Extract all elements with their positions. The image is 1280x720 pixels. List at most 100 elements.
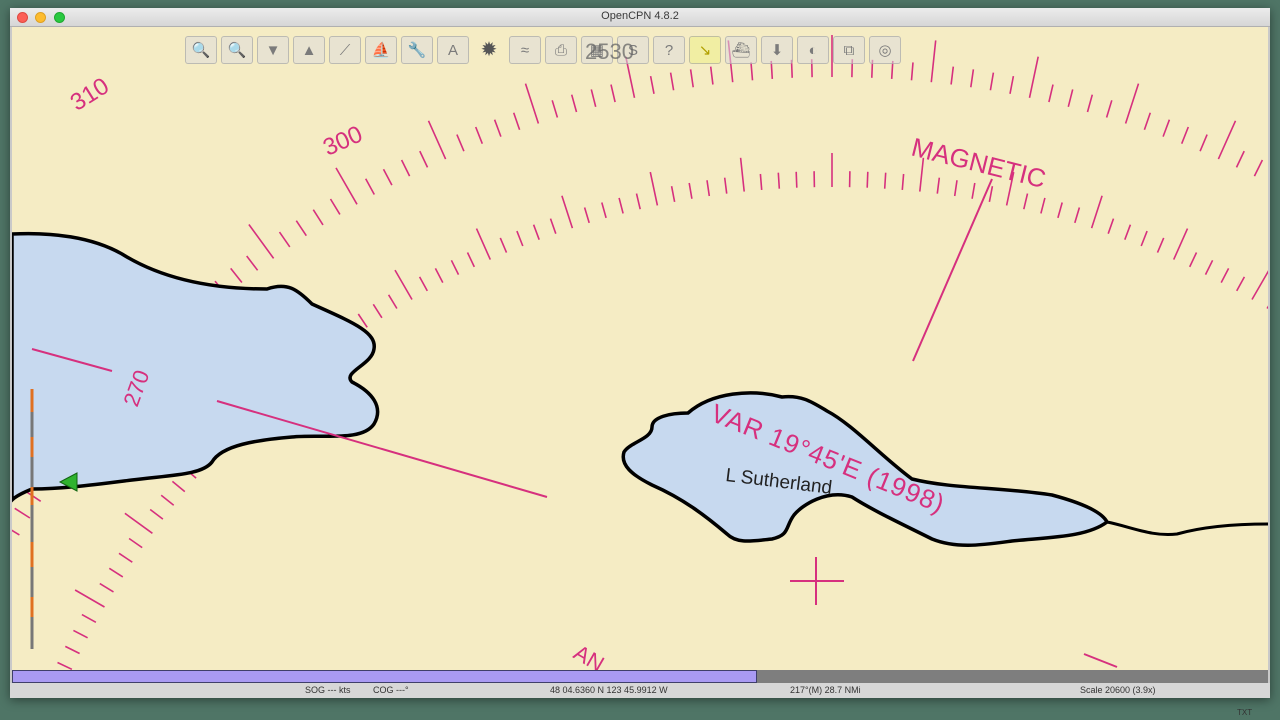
- magnetic-label: MAGNETIC: [909, 132, 1049, 194]
- compass-tick: [118, 552, 133, 563]
- compass-tick: [1074, 207, 1081, 224]
- compass-tick: [795, 171, 798, 188]
- east-tick: [1083, 653, 1118, 668]
- compass-tick: [14, 507, 31, 519]
- compass-tick: [723, 177, 728, 194]
- compass-tick: [512, 112, 521, 131]
- chart-canvas[interactable]: 310 300 270 MAGNETIC VAR 19°45'E (1998) …: [12, 27, 1268, 670]
- chart-downloader-button[interactable]: ⧉: [833, 36, 865, 64]
- compass-tick: [936, 177, 941, 194]
- compass-tick: [64, 645, 80, 655]
- compass-tick: [312, 209, 324, 226]
- measure-button[interactable]: ↘: [689, 36, 721, 64]
- compass-tick: [1217, 120, 1237, 160]
- compass-tick: [493, 119, 502, 137]
- compass-tick: [246, 255, 259, 271]
- zoom-out-button[interactable]: 🔍: [221, 36, 253, 64]
- help-button[interactable]: ?: [653, 36, 685, 64]
- compass-tick: [970, 69, 975, 88]
- compass-tick: [1180, 126, 1190, 144]
- compass-tick: [230, 267, 243, 283]
- compass-tick: [364, 178, 376, 195]
- compass-tick: [649, 75, 655, 94]
- chart-bar[interactable]: [12, 670, 1268, 683]
- zoom-in-button[interactable]: 🔍: [185, 36, 217, 64]
- compass-tick: [1143, 112, 1152, 131]
- cog-readout: COG ---°: [373, 685, 409, 695]
- ais-button[interactable]: ⛴: [725, 36, 757, 64]
- chart-scale-overlay: 2530: [585, 39, 634, 64]
- compass-tick: [1199, 134, 1208, 152]
- position-readout: 48 04.6360 N 123 45.9912 W: [550, 685, 668, 695]
- bearing-distance-readout: 217°(M) 28.7 NMi: [790, 685, 861, 695]
- download-icon: ⬇: [770, 41, 784, 59]
- compass-tick: [669, 72, 675, 91]
- compass-tick: [524, 83, 540, 124]
- compass-tick: [1253, 159, 1264, 177]
- compass-tick: [601, 202, 607, 219]
- compass-tick: [74, 589, 105, 608]
- tide-button[interactable]: ≈: [509, 36, 541, 64]
- auto-follow-icon: ⛵: [371, 41, 391, 59]
- compass-tick: [418, 276, 429, 292]
- compass-tick: [149, 508, 164, 520]
- route-button[interactable]: ⟋: [329, 36, 361, 64]
- scale-in-button[interactable]: ▼: [257, 36, 289, 64]
- partial-label: AN: [570, 640, 609, 670]
- magnetic-line: [912, 178, 993, 362]
- compass-tick: [910, 62, 914, 81]
- download-button[interactable]: ⬇: [761, 36, 793, 64]
- settings-button[interactable]: 🔧: [401, 36, 433, 64]
- dashboard-button[interactable]: ◐: [797, 36, 829, 64]
- compass-tick: [1048, 84, 1054, 103]
- compass-tick: [108, 567, 124, 578]
- compass-tick: [901, 173, 905, 190]
- compass-tick: [295, 220, 307, 237]
- compass-tick: [12, 529, 20, 536]
- compass-tick: [689, 69, 694, 88]
- opencpn-window: OpenCPN 4.8.2 310 300 270 MAGNETIC VAR 1…: [10, 8, 1270, 698]
- chart-bar-fill: [12, 670, 757, 683]
- compass-tick: [1204, 259, 1214, 275]
- compass-tick: [988, 186, 994, 203]
- compass-tick: [419, 150, 429, 168]
- auto-follow-button[interactable]: ⛵: [365, 36, 397, 64]
- compass-tick: [610, 84, 616, 103]
- compass-tick: [1251, 270, 1268, 300]
- text-button[interactable]: A: [437, 36, 469, 64]
- ais-icon: ⛴: [731, 41, 751, 59]
- print-icon: ⎙: [554, 41, 567, 59]
- compass-tick: [248, 224, 275, 259]
- corner-label: TXT: [1237, 708, 1253, 717]
- compass-tick: [866, 171, 869, 188]
- grib-button[interactable]: ◎: [869, 36, 901, 64]
- scale-readout: Scale 20600 (3.9x): [1080, 685, 1156, 695]
- compass-label-310: 310: [66, 73, 114, 117]
- compass-tick: [1188, 252, 1198, 268]
- scale-out-icon: ▲: [301, 41, 317, 59]
- current-button[interactable]: ✹: [473, 36, 505, 64]
- grib-icon: ◎: [878, 41, 892, 59]
- compass-tick: [427, 120, 447, 160]
- compass-tick: [1028, 56, 1039, 98]
- dashboard-icon: ◐: [808, 41, 818, 59]
- route-icon: ⟋: [339, 41, 351, 59]
- compass-tick: [953, 180, 958, 197]
- main-toolbar: 🔍 🔍 ▼ ▲ ⟋ ⛵ 🔧 A ✹ ≈ ⎙ ▦ S? ↘ ⛴ ⬇ ◐ ⧉ ◎: [185, 36, 901, 66]
- compass-tick: [739, 157, 745, 192]
- chart-downloader-icon: ⧉: [843, 41, 855, 59]
- compass-tick: [1172, 228, 1189, 260]
- window-title: OpenCPN 4.8.2: [601, 10, 679, 22]
- compass-tick: [73, 629, 88, 639]
- compass-tick: [1107, 218, 1115, 234]
- compass-tick: [590, 89, 597, 107]
- scale-out-button[interactable]: ▲: [293, 36, 325, 64]
- compass-tick: [57, 661, 73, 670]
- compass-tick: [1009, 75, 1015, 94]
- compass-tick: [474, 126, 484, 144]
- print-button[interactable]: ⎙: [545, 36, 577, 64]
- compass-tick: [1105, 100, 1113, 118]
- compass-tick: [1140, 230, 1148, 247]
- compass-tick: [777, 172, 781, 189]
- compass-tick: [1162, 119, 1171, 137]
